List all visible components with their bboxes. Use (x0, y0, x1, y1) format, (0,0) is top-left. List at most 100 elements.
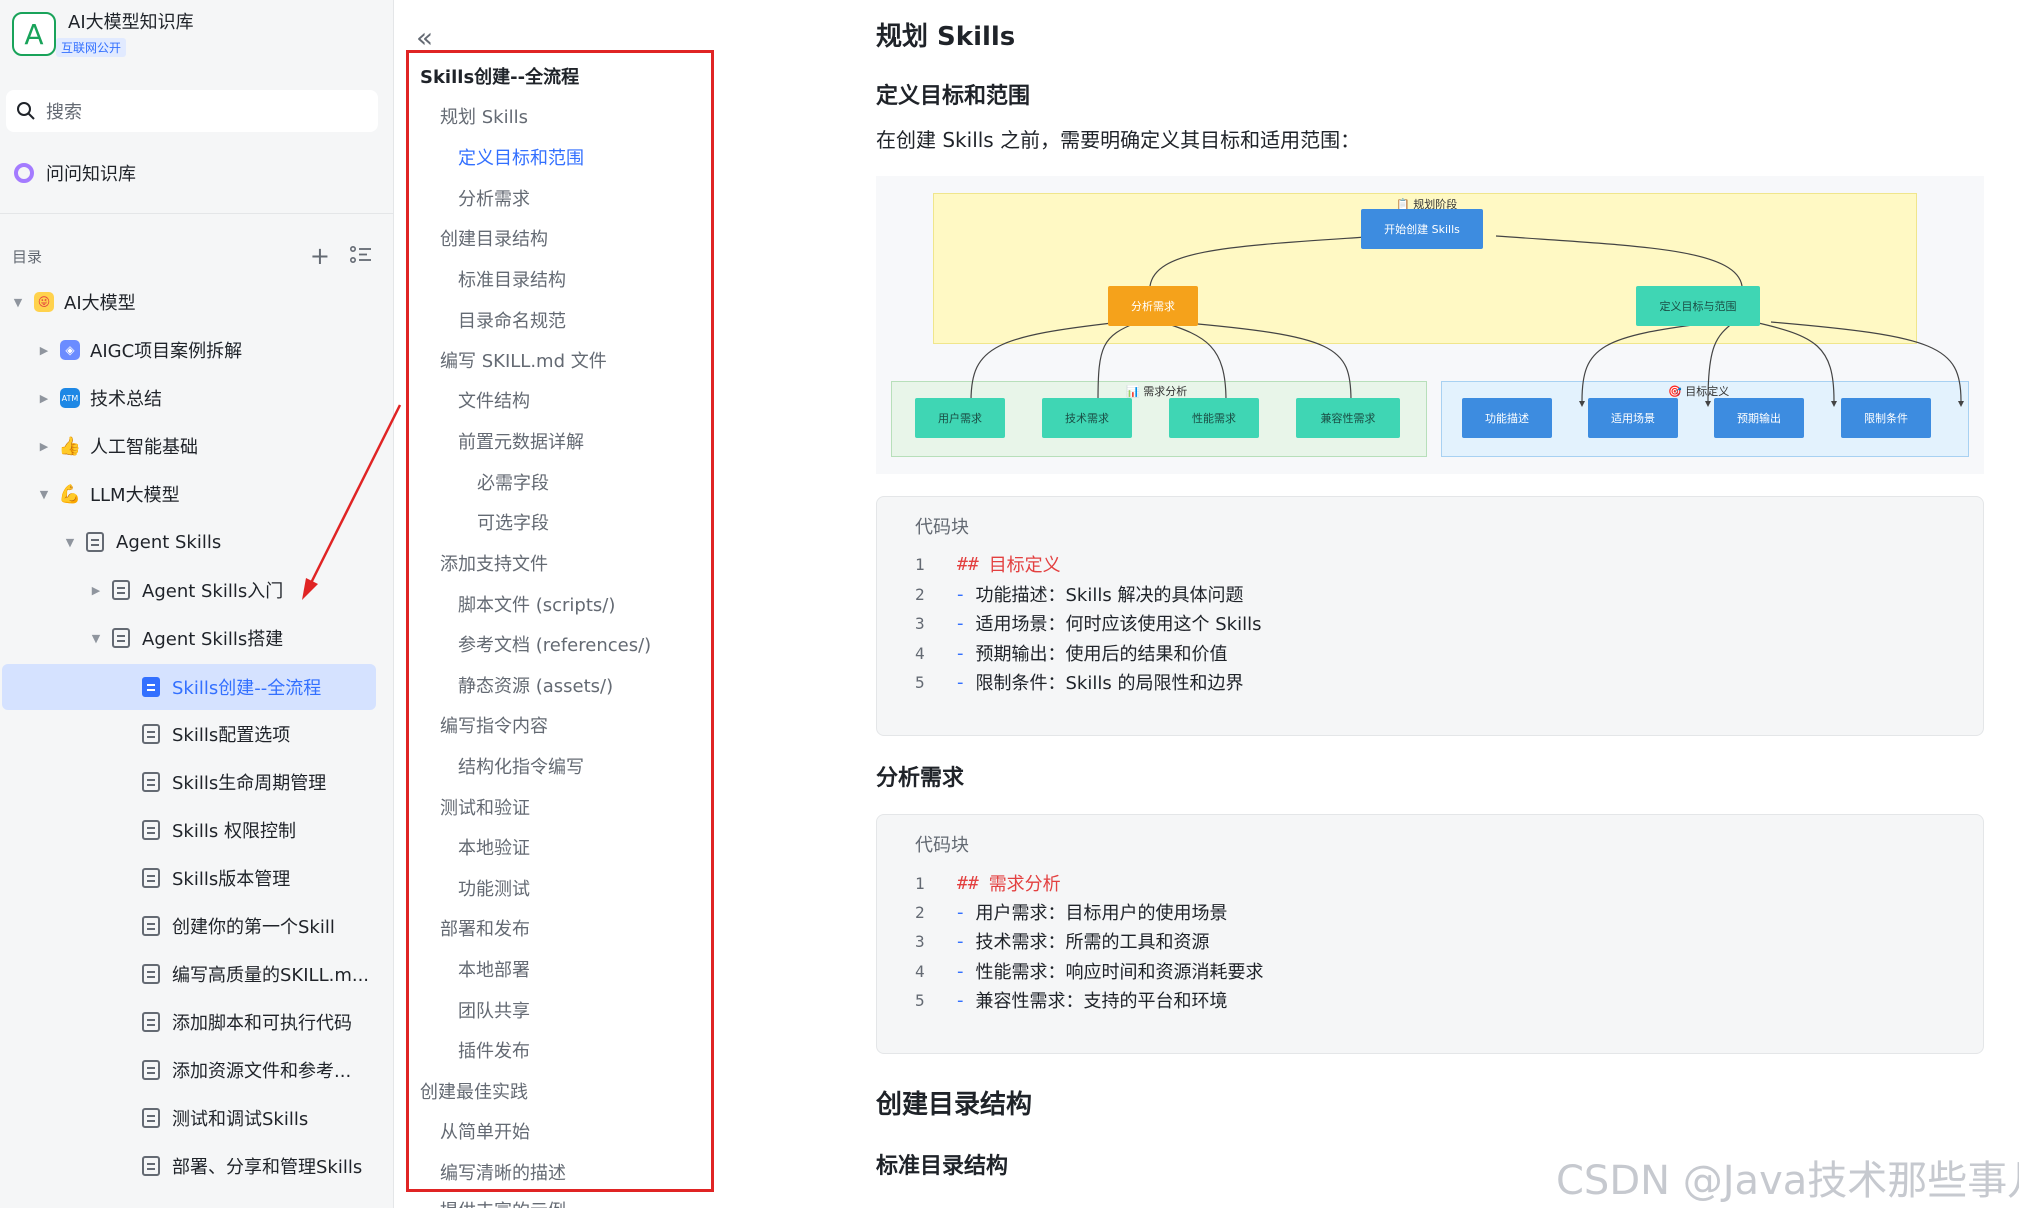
node-define: 定义目标与范围 (1636, 286, 1760, 326)
outline-item[interactable]: 必需字段 (477, 472, 549, 496)
outline-item[interactable]: 前置元数据详解 (458, 431, 584, 455)
outline-item[interactable]: 脚本文件 (scripts/) (458, 594, 615, 618)
document-icon (142, 820, 160, 840)
tree-item-scripts[interactable]: 添加脚本和可执行代码 (142, 1002, 352, 1042)
thumbs-up-icon: 👍 (58, 435, 82, 457)
document-icon (142, 1108, 160, 1128)
tree-item-llm[interactable]: ▼ 💪 LLM大模型 (36, 474, 180, 514)
tree-item-skills-permission[interactable]: Skills 权限控制 (142, 810, 296, 850)
outline-item[interactable]: 编写清晰的描述 (440, 1162, 566, 1186)
intro-paragraph: 在创建 Skills 之前，需要明确定义其目标和适用范围： (876, 128, 1361, 152)
outline-item[interactable]: 添加支持文件 (440, 553, 548, 577)
tree-item-label: Agent Skills入门 (142, 581, 284, 602)
document-icon (112, 580, 130, 600)
emoji-face-icon: 😜 (34, 292, 54, 312)
code-line: 2- 功能描述：Skills 解决的具体问题 (915, 583, 1244, 607)
cube-icon: ◈ (60, 340, 80, 360)
sidebar: A AI大模型知识库 互联网公开 搜索 问问知识库 目录 + ▼ 😜 AI大模型… (0, 0, 394, 1208)
chevron-down-icon[interactable]: ▼ (62, 536, 78, 549)
outline-item[interactable]: 从简单开始 (440, 1121, 530, 1145)
outline-item[interactable]: 参考文档 (references/) (458, 634, 651, 658)
tree-item-tech[interactable]: ▶ ATM 技术总结 (36, 378, 162, 418)
outline-item[interactable]: 团队共享 (458, 1000, 530, 1024)
chevron-down-icon[interactable]: ▼ (10, 296, 26, 309)
code-line: 1 ## 需求分析 (915, 872, 1061, 896)
outline-item[interactable]: 创建最佳实践 (420, 1081, 528, 1105)
node-start: 开始创建 Skills (1361, 209, 1483, 249)
tree-item-skills-lifecycle[interactable]: Skills生命周期管理 (142, 762, 326, 802)
outline-item[interactable]: Skills创建--全流程 (420, 66, 579, 90)
outline-item[interactable]: 结构化指令编写 (458, 756, 584, 780)
node-goal-scene: 适用场景 (1588, 398, 1678, 438)
tree-item-skill-md[interactable]: 编写高质量的SKILL.m... (142, 954, 369, 994)
outline-item[interactable]: 目录命名规范 (458, 310, 566, 334)
document-icon (142, 1156, 160, 1176)
outline-item[interactable]: 提供丰富的示例 (440, 1200, 566, 1208)
chevron-right-icon[interactable]: ▶ (88, 584, 104, 597)
chevron-right-icon[interactable]: ▶ (36, 344, 52, 357)
tree-item-agent-intro[interactable]: ▶ Agent Skills入门 (88, 570, 283, 610)
outline-item[interactable]: 规划 Skills (440, 106, 528, 130)
outline-item[interactable]: 编写指令内容 (440, 715, 548, 739)
tree-item-agent-build[interactable]: ▼ Agent Skills搭建 (88, 618, 283, 658)
plus-icon[interactable]: + (310, 244, 330, 268)
tree-item-skills-version[interactable]: Skills版本管理 (142, 858, 290, 898)
node-goal-output: 预期输出 (1714, 398, 1804, 438)
outline-item[interactable]: 创建目录结构 (440, 228, 548, 252)
tree-item-first-skill[interactable]: 创建你的第一个Skill (142, 906, 335, 946)
kb-header[interactable]: A AI大模型知识库 互联网公开 (12, 12, 194, 68)
chevron-right-icon[interactable]: ▶ (36, 392, 52, 405)
chevron-down-icon[interactable]: ▼ (88, 632, 104, 645)
tree-item-label: 人工智能基础 (90, 437, 198, 458)
tree-item-label: Agent Skills (116, 531, 222, 553)
list-icon[interactable] (349, 245, 372, 267)
tree-item-label: AIGC项目案例拆解 (90, 341, 243, 362)
outline-item[interactable]: 编写 SKILL.md 文件 (440, 350, 607, 374)
flow-diagram: 📋 规划阶段 📊 需求分析 🎯 目标定义 开始创建 Skills 分析需求 定义… (876, 176, 1984, 474)
tree-item-testing[interactable]: 测试和调试Skills (142, 1098, 308, 1138)
tree-item-label: AI大模型 (64, 293, 136, 314)
outline-item-current[interactable]: 定义目标和范围 (458, 147, 584, 171)
tree-item-label: 技术总结 (90, 389, 162, 410)
outline-item[interactable]: 插件发布 (458, 1040, 530, 1064)
code-block[interactable]: 代码块 1 ## 需求分析 2- 用户需求：目标用户的使用场景 3- 技术需求：所需的工… (876, 814, 1984, 1054)
tree-item-agent-skills[interactable]: ▼ Agent Skills (62, 522, 221, 562)
outline-item[interactable]: 标准目录结构 (458, 269, 566, 293)
outline-item[interactable]: 功能测试 (458, 878, 530, 902)
tree-item-label: 测试和调试Skills (172, 1109, 309, 1130)
heading-plan-skills: 规划 Skills (876, 22, 1016, 52)
outline-item[interactable]: 分析需求 (458, 188, 530, 212)
outline-item[interactable]: 静态资源 (assets/) (458, 675, 613, 699)
collapse-outline-icon[interactable]: « (416, 24, 433, 52)
tree-item-resources[interactable]: 添加资源文件和参考... (142, 1050, 351, 1090)
outline-item[interactable]: 可选字段 (477, 512, 549, 536)
outline-item[interactable]: 测试和验证 (440, 797, 530, 821)
tree-item-label: LLM大模型 (90, 485, 180, 506)
chevron-right-icon[interactable]: ▶ (36, 440, 52, 453)
tree-item-ai[interactable]: ▼ 😜 AI大模型 (10, 282, 136, 322)
tree-item-label: 创建你的第一个Skill (172, 917, 335, 938)
tree-item-label: 编写高质量的SKILL.m... (172, 965, 370, 986)
outline-item[interactable]: 本地部署 (458, 959, 530, 983)
heading-define-goals: 定义目标和范围 (876, 84, 1031, 109)
tree-item-skills-config[interactable]: Skills配置选项 (142, 714, 290, 754)
atm-icon: ATM (60, 388, 80, 408)
tree-item-deploy[interactable]: 部署、分享和管理Skills (142, 1146, 362, 1186)
tree-item-label: 部署、分享和管理Skills (172, 1157, 363, 1178)
ask-kb-button[interactable]: 问问知识库 (14, 160, 136, 186)
document-icon (142, 724, 160, 744)
tree-item-skills-create[interactable]: Skills创建--全流程 (2, 664, 376, 710)
document-icon (142, 1012, 160, 1032)
outline-item[interactable]: 文件结构 (458, 390, 530, 414)
code-block-title: 代码块 (915, 517, 969, 538)
tree-item-label: 添加脚本和可执行代码 (172, 1013, 352, 1034)
outline-item[interactable]: 部署和发布 (440, 918, 530, 942)
code-block[interactable]: 代码块 1 ## 目标定义 2- 功能描述：Skills 解决的具体问题 3- 适用场景… (876, 496, 1984, 736)
search-input[interactable]: 搜索 (6, 90, 378, 132)
flexed-arm-icon: 💪 (58, 483, 82, 505)
outline-item[interactable]: 本地验证 (458, 837, 530, 861)
document-icon (142, 964, 160, 984)
chevron-down-icon[interactable]: ▼ (36, 488, 52, 501)
tree-item-aigc[interactable]: ▶ ◈ AIGC项目案例拆解 (36, 330, 242, 370)
tree-item-ai-basic[interactable]: ▶ 👍 人工智能基础 (36, 426, 198, 466)
